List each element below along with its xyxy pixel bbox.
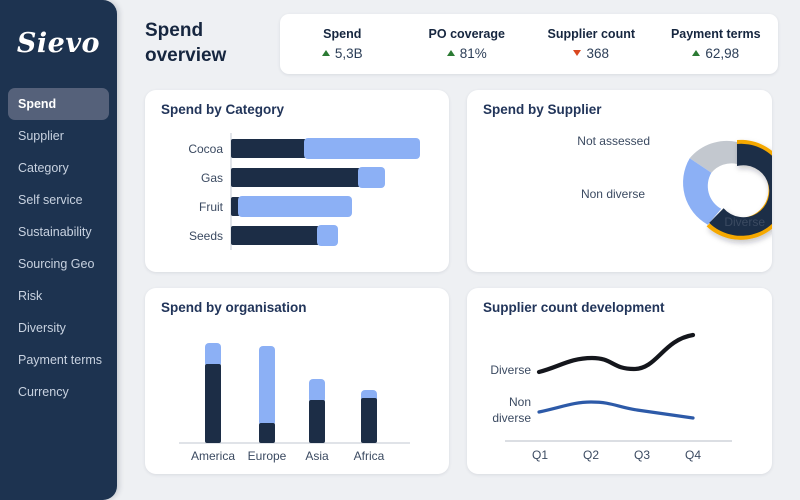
page-title-line2: overview	[145, 45, 227, 66]
sidebar-item-label: Risk	[18, 289, 43, 303]
bar-asia-dark[interactable]	[309, 400, 325, 443]
sidebar-item-label: Sustainability	[18, 225, 92, 239]
bar-fruit-light[interactable]	[238, 196, 352, 217]
category-tick-gas: Gas	[201, 171, 223, 185]
sidebar-item-currency[interactable]: Currency	[8, 376, 109, 408]
sidebar-item-label: Diversity	[18, 321, 66, 335]
kpi-label: PO coverage	[428, 26, 505, 41]
sidebar-item-risk[interactable]: Risk	[8, 280, 109, 312]
line-tick-q3: Q3	[634, 448, 650, 462]
sidebar-item-diversity[interactable]: Diversity	[8, 312, 109, 344]
kpi-value-row: 5,3B	[280, 44, 405, 63]
organisation-tick-europe: Europe	[248, 449, 287, 463]
bar-europe-light[interactable]	[259, 346, 275, 426]
sidebar-item-label: Spend	[18, 97, 57, 111]
line-legend-non-diverse-2: diverse	[492, 411, 531, 425]
bar-seeds-dark[interactable]	[231, 226, 319, 245]
sidebar-item-sourcing-geo[interactable]: Sourcing Geo	[8, 248, 109, 280]
sidebar-item-label: Supplier	[18, 129, 64, 143]
page-header: Spend overview Spend 5,3B PO coverage 81…	[145, 14, 778, 76]
bar-cocoa-dark[interactable]	[231, 139, 306, 158]
line-legend-diverse: Diverse	[490, 363, 531, 377]
bar-america-light[interactable]	[205, 343, 221, 367]
donut-label-diverse: Diverse	[724, 215, 765, 229]
line-series-non-diverse[interactable]	[537, 400, 695, 420]
organisation-tick-africa: Africa	[354, 449, 385, 463]
kpi-value-row: 81%	[405, 44, 530, 63]
bar-america-dark[interactable]	[205, 364, 221, 443]
donut-label-not-assessed: Not assessed	[577, 134, 650, 148]
donut-label-non-diverse: Non diverse	[581, 187, 645, 201]
kpi-value-row: 368	[529, 44, 654, 63]
line-series-diverse[interactable]	[536, 332, 696, 375]
kpi-label: Payment terms	[670, 26, 761, 41]
sidebar-item-label: Sourcing Geo	[18, 257, 95, 271]
kpi-value-row: 62,98	[654, 44, 779, 63]
kpi-label: Supplier count	[547, 26, 636, 41]
sidebar-item-category[interactable]: Category	[8, 152, 109, 184]
sidebar-item-supplier[interactable]: Supplier	[8, 120, 109, 152]
trend-up-icon	[692, 50, 701, 56]
sidebar-item-self-service[interactable]: Self service	[8, 184, 109, 216]
line-tick-q4: Q4	[685, 448, 701, 462]
card-spend-by-organisation: Spend by organisation America Europe Asi…	[145, 288, 449, 474]
sidebar-item-payment-terms[interactable]: Payment terms	[8, 344, 109, 376]
page-title: Spend overview	[145, 18, 260, 68]
page-title-line1: Spend	[145, 20, 204, 41]
bar-gas-dark[interactable]	[231, 168, 360, 187]
sidebar-item-label: Currency	[18, 385, 69, 399]
sidebar-item-spend[interactable]: Spend	[8, 88, 109, 120]
supplier-count-development-chart: Diverse Non diverse Q1 Q2 Q3 Q4	[490, 332, 732, 462]
kpi-value: 81%	[459, 45, 487, 61]
kpi-value: 368	[586, 45, 610, 61]
spend-by-category-chart: Cocoa Gas Fruit Seeds	[188, 133, 420, 250]
trend-up-icon	[321, 50, 330, 56]
card-supplier-count-development: Supplier count development Diverse Non d…	[467, 288, 772, 474]
kpi-card: Spend 5,3B PO coverage 81% Supplier coun…	[280, 14, 778, 74]
kpi-spend[interactable]: Spend 5,3B	[280, 26, 405, 63]
kpi-label: Spend	[323, 26, 362, 41]
trend-up-icon	[446, 50, 455, 56]
category-tick-cocoa: Cocoa	[188, 142, 223, 156]
trend-down-icon	[573, 50, 582, 56]
sidebar-nav: Spend Supplier Category Self service Sus…	[0, 88, 117, 408]
bar-cocoa-light[interactable]	[304, 138, 420, 159]
sidebar: Sievo Spend Supplier Category Self servi…	[0, 0, 117, 500]
category-tick-seeds: Seeds	[189, 229, 223, 243]
kpi-po-coverage[interactable]: PO coverage 81%	[405, 26, 530, 63]
dashboard-app: Sievo Spend Supplier Category Self servi…	[0, 0, 800, 500]
main-content: Spend overview Spend 5,3B PO coverage 81…	[117, 0, 800, 500]
line-legend-non-diverse-1: Non	[509, 395, 531, 409]
card-spend-by-category: Spend by Category Cocoa Gas Fruit Seeds	[145, 90, 449, 272]
line-tick-q1: Q1	[532, 448, 548, 462]
bar-europe-dark[interactable]	[259, 423, 275, 443]
sidebar-item-label: Payment terms	[18, 353, 103, 367]
organisation-tick-asia: Asia	[305, 449, 329, 463]
category-tick-fruit: Fruit	[199, 200, 224, 214]
kpi-value: 62,98	[705, 45, 740, 61]
bar-asia-light[interactable]	[309, 379, 325, 403]
line-tick-q2: Q2	[583, 448, 599, 462]
bar-africa-dark[interactable]	[361, 398, 377, 443]
kpi-supplier-count[interactable]: Supplier count 368	[529, 26, 654, 63]
kpi-value: 5,3B	[334, 45, 363, 61]
bar-gas-light[interactable]	[358, 167, 385, 188]
sidebar-item-label: Category	[18, 161, 69, 175]
sievo-logo[interactable]: Sievo	[0, 22, 117, 64]
spend-by-supplier-donut: Not assessed Non diverse Diverse	[577, 134, 772, 240]
bar-seeds-light[interactable]	[317, 225, 338, 246]
sidebar-item-label: Self service	[18, 193, 83, 207]
spend-by-organisation-chart: America Europe Asia Africa	[179, 343, 410, 463]
card-spend-by-supplier: Spend by Supplier Not assessed Non diver…	[467, 90, 772, 272]
kpi-payment-terms[interactable]: Payment terms 62,98	[654, 26, 779, 63]
organisation-tick-america: America	[191, 449, 235, 463]
sidebar-item-sustainability[interactable]: Sustainability	[8, 216, 109, 248]
